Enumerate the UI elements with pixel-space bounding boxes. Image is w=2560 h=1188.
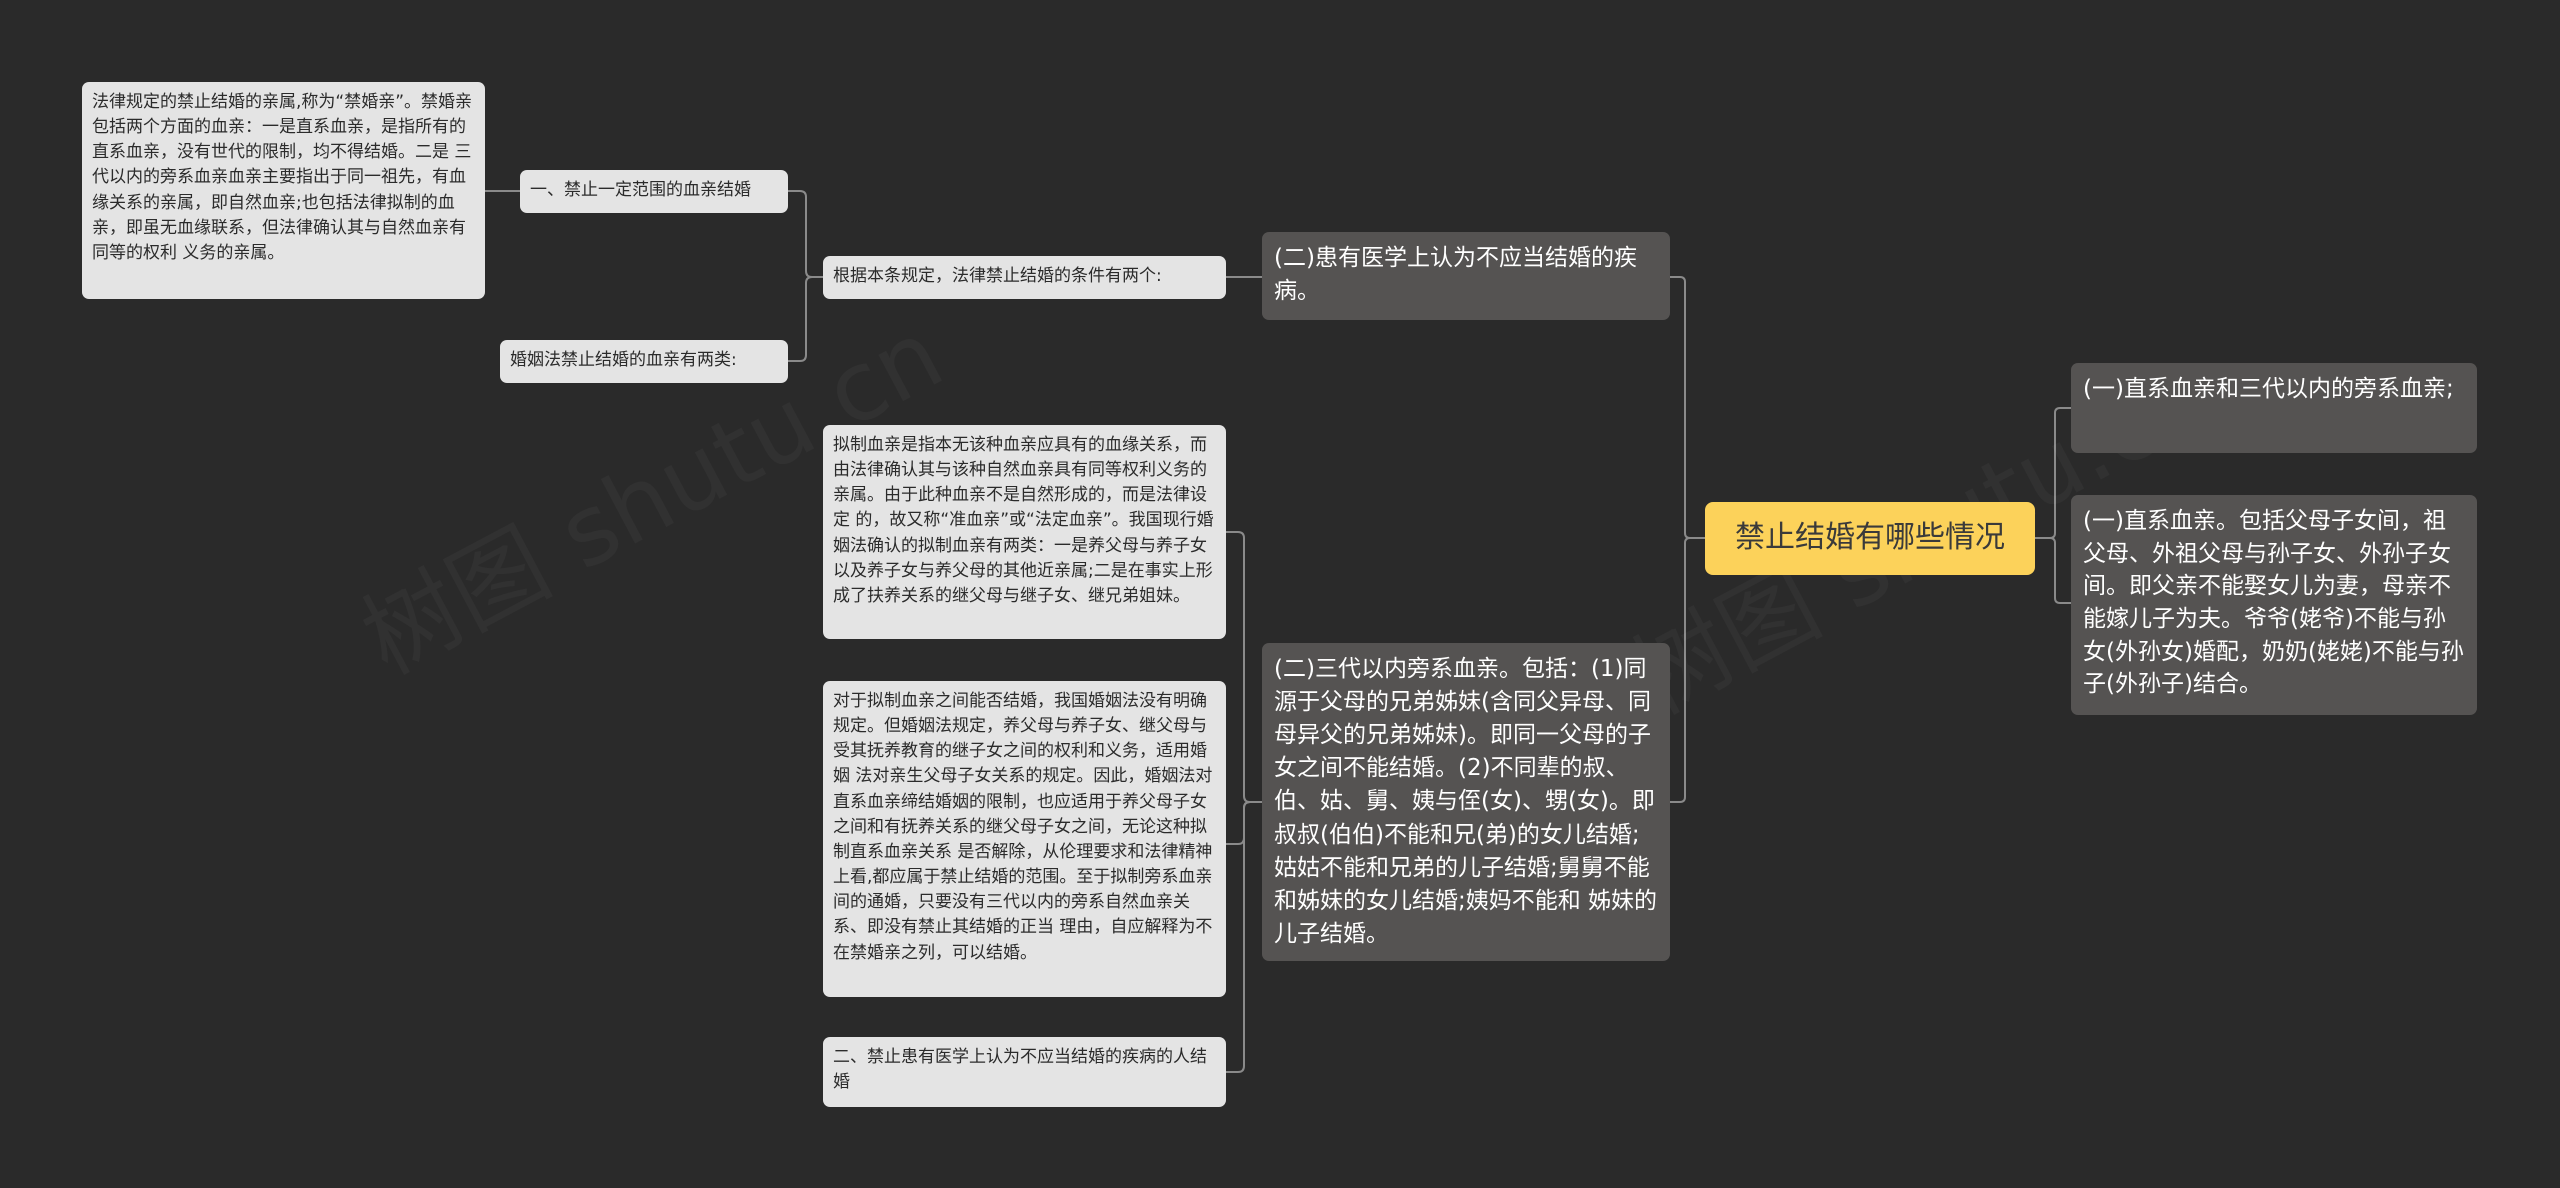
branch-direct-and-collateral[interactable]: (一)直系血亲和三代以内的旁系血亲; [2071, 363, 2477, 453]
branch-label: (二)三代以内旁系血亲。包括：(1)同源于父母的兄弟姊妹(含同父异母、同母异父的… [1274, 656, 1658, 947]
node-label: 拟制血亲是指本无该种血亲应具有的血缘关系，而由法律确认其与该种自然血亲具有同等权… [833, 435, 1214, 606]
node-label: 对于拟制血亲之间能否结婚，我国婚姻法没有明确规定。但婚姻法规定，养父母与养子女、… [833, 691, 1213, 963]
node-rule-one-detail[interactable]: 法律规定的禁止结婚的亲属,称为“禁婚亲”。禁婚亲包括两个方面的血亲：一是直系血亲… [82, 82, 485, 299]
branch-collateral-kin[interactable]: (二)三代以内旁系血亲。包括：(1)同源于父母的兄弟姊妹(含同父异母、同母异父的… [1262, 643, 1670, 961]
node-label: 一、禁止一定范围的血亲结婚 [530, 180, 751, 200]
link-conditions-two-kinds [788, 276, 823, 362]
branch-label: (一)直系血亲和三代以内的旁系血亲; [2083, 376, 2454, 402]
branch-label: (二)患有医学上认为不应当结婚的疾病。 [1274, 245, 1637, 304]
link-collateral-rule-two [1226, 801, 1262, 1073]
node-two-kinds[interactable]: 婚姻法禁止结婚的血亲有两类: [500, 340, 788, 383]
node-fictive-kin[interactable]: 拟制血亲是指本无该种血亲应具有的血缘关系，而由法律确认其与该种自然血亲具有同等权… [823, 425, 1226, 639]
node-rule-one[interactable]: 一、禁止一定范围的血亲结婚 [520, 170, 788, 213]
branch-direct-kin[interactable]: (一)直系血亲。包括父母子女间，祖父母、外祖父母与孙子女、外孙子女间。即父亲不能… [2071, 495, 2477, 715]
root-topic[interactable]: 禁止结婚有哪些情况 [1705, 502, 2035, 575]
branch-disease[interactable]: (二)患有医学上认为不应当结婚的疾病。 [1262, 232, 1670, 320]
node-conditions[interactable]: 根据本条规定，法律禁止结婚的条件有两个: [823, 256, 1226, 299]
link-root-right-2 [2035, 537, 2071, 604]
link-root-right-1 [2035, 407, 2071, 539]
node-fictive-marriage[interactable]: 对于拟制血亲之间能否结婚，我国婚姻法没有明确规定。但婚姻法规定，养父母与养子女、… [823, 681, 1226, 997]
root-topic-label: 禁止结婚有哪些情况 [1735, 520, 2005, 556]
node-label: 法律规定的禁止结婚的亲属,称为“禁婚亲”。禁婚亲包括两个方面的血亲：一是直系血亲… [92, 92, 473, 263]
link-root-left-1 [1670, 276, 1705, 539]
node-label: 根据本条规定，法律禁止结婚的条件有两个: [833, 266, 1162, 286]
link-collateral-fictive [1226, 531, 1262, 803]
node-label: 婚姻法禁止结婚的血亲有两类: [510, 350, 737, 370]
link-conditions-rule-one [788, 190, 823, 278]
branch-label: (一)直系血亲。包括父母子女间，祖父母、外祖父母与孙子女、外孙子女间。即父亲不能… [2083, 508, 2464, 698]
node-label: 二、禁止患有医学上认为不应当结婚的疾病的人结婚 [833, 1047, 1207, 1093]
node-rule-two[interactable]: 二、禁止患有医学上认为不应当结婚的疾病的人结婚 [823, 1037, 1226, 1107]
link-root-left-2 [1670, 537, 1705, 803]
